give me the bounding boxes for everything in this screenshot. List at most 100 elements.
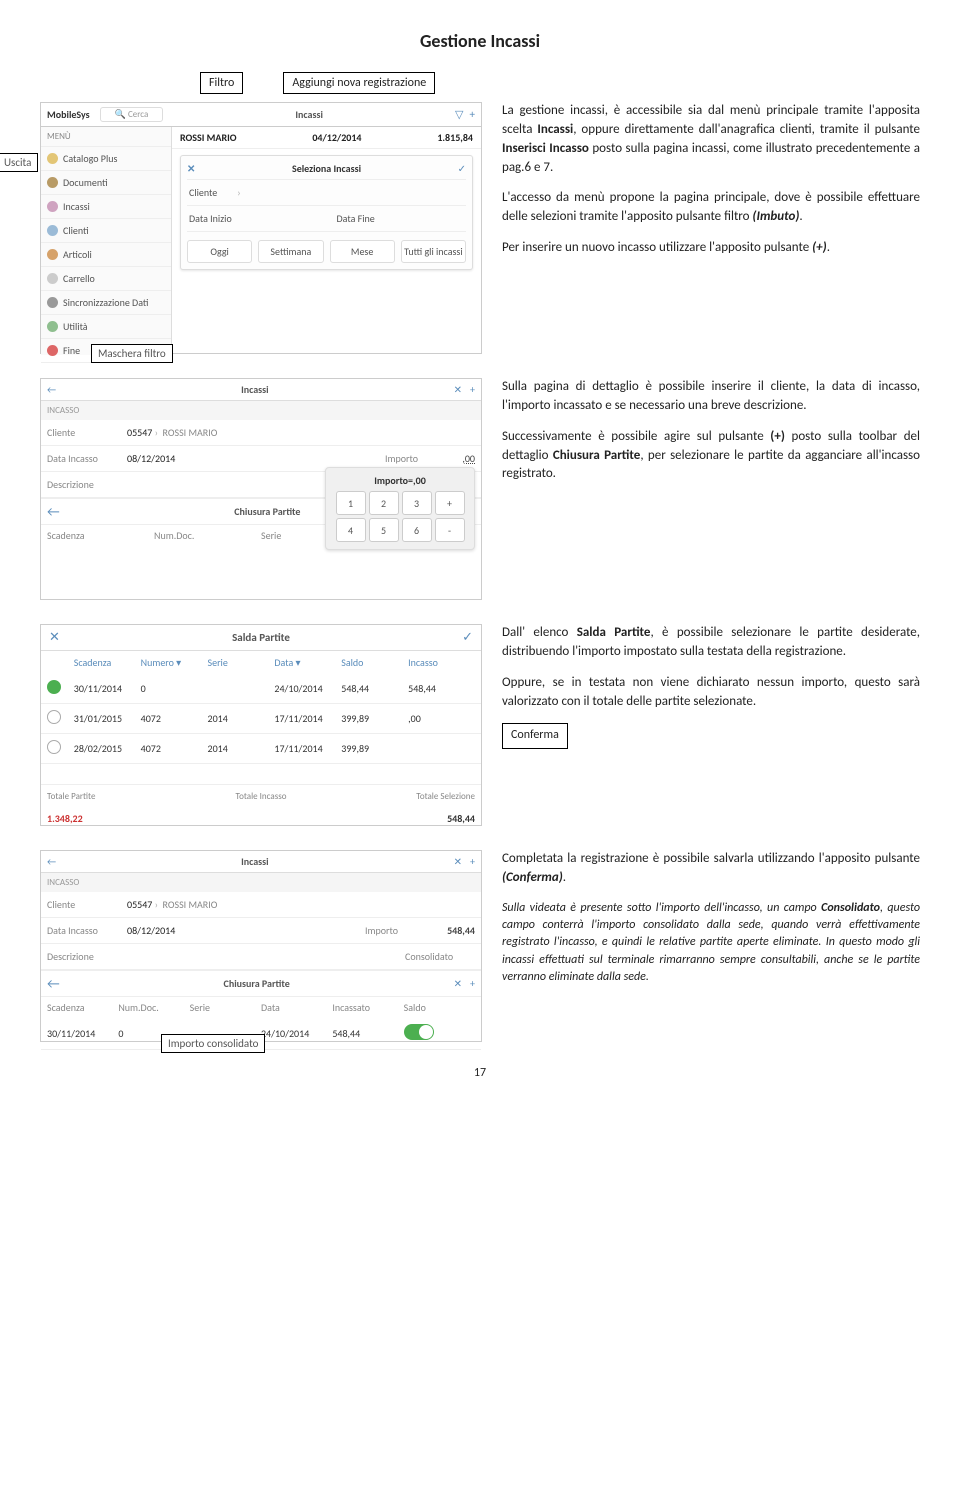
table-row[interactable]: 28/02/20154072201417/11/2014399,89 [41, 734, 481, 764]
back-icon[interactable]: ← [47, 503, 60, 520]
paragraph-access: L'accesso da menù propone la pagina prin… [502, 189, 920, 227]
numeric-keypad[interactable]: Importo=,00 1 2 3 + 4 5 6 - [325, 467, 475, 550]
data-incasso-value[interactable]: 08/12/2014 [127, 924, 365, 937]
list-customer-name: ROSSI MARIO [180, 131, 237, 144]
checkbox-icon[interactable] [47, 710, 61, 724]
callout-conferma: Conferma [502, 723, 568, 748]
cliente-label: Cliente [189, 186, 217, 199]
data-fine-label[interactable]: Data Fine [337, 212, 465, 225]
back-icon[interactable]: ← [47, 383, 56, 396]
close-icon[interactable]: ✕ [454, 855, 462, 868]
totale-partite-value: 1.348,22 [47, 812, 261, 825]
filter-tutti-button[interactable]: Tutti gli incassi [401, 240, 466, 263]
menu-item[interactable]: Carrello [41, 267, 171, 291]
key-4[interactable]: 4 [336, 518, 366, 542]
cliente-value[interactable]: 05547 › ROSSI MARIO [127, 426, 475, 439]
table-row[interactable]: 30/11/2014024/10/2014548,44548,44 [41, 674, 481, 704]
cliente-label: Cliente [47, 426, 127, 439]
screenshot-consolidato: ← Incassi ✕ + INCASSO Cliente 05547 › RO… [40, 850, 482, 1042]
key-1[interactable]: 1 [336, 491, 366, 515]
plus-icon[interactable]: + [470, 108, 475, 121]
callout-aggiungi: Aggiungi nova registrazione [283, 72, 435, 94]
filter-modal: ✕ Seleziona Incassi ✓ Cliente › Data Ini… [180, 155, 473, 270]
th-saldo: Saldo [404, 1001, 475, 1014]
paragraph-oppure: Oppure, se in testata non viene dichiara… [502, 674, 920, 712]
cliente-value[interactable]: 05547 › ROSSI MARIO [127, 898, 475, 911]
checkbox-icon[interactable] [47, 740, 61, 754]
totale-incasso-label: Totale Incasso [190, 791, 333, 802]
importo-value: 548,44 [415, 924, 475, 937]
paragraph-salda: Dall' elenco Salda Partite, è possibile … [502, 624, 920, 662]
screenshot-main: MobileSys 🔍 Cerca Incassi ▽ + MENÙ Catal… [40, 102, 482, 354]
paragraph-chiusura: Successivamente è possibile agire sul pu… [502, 428, 920, 485]
section-header: INCASSO [41, 401, 481, 420]
close-icon[interactable]: ✕ [187, 162, 195, 175]
th-numero[interactable]: Numero ▾ [141, 656, 208, 669]
sidebar-menu: MENÙ Catalogo Plus Documenti Incassi Cli… [41, 127, 172, 355]
chevron-right-icon[interactable]: › [237, 186, 240, 199]
paragraph-completata: Completata la registrazione è possibile … [502, 850, 920, 888]
menu-item[interactable]: Utilità [41, 315, 171, 339]
back-icon[interactable]: ← [47, 975, 60, 992]
menu-item[interactable]: Sincronizzazione Dati [41, 291, 171, 315]
page-title: Gestione Incassi [40, 30, 920, 52]
detail-title: Incassi [241, 383, 269, 396]
plus-icon[interactable]: + [470, 977, 475, 990]
th-data[interactable]: Data ▾ [274, 656, 341, 669]
th-numdoc: Num.Doc. [154, 529, 261, 542]
importo-label: Importo [385, 452, 435, 465]
key-minus[interactable]: - [435, 518, 465, 542]
callout-maschera: Maschera filtro [91, 344, 173, 363]
filter-mese-button[interactable]: Mese [330, 240, 395, 263]
page-number: 17 [40, 1066, 920, 1080]
data-incasso-label: Data Incasso [47, 924, 127, 937]
close-icon[interactable]: ✕ [454, 977, 462, 990]
filter-settimana-button[interactable]: Settimana [258, 240, 323, 263]
th-scadenza[interactable]: Scadenza [74, 656, 141, 669]
paragraph-consolidato-note: Sulla videata è presente sotto l'importo… [502, 900, 920, 987]
keypad-title: Importo=,00 [330, 472, 470, 491]
close-icon[interactable]: ✕ [49, 630, 60, 645]
data-incasso-label: Data Incasso [47, 452, 127, 465]
data-inizio-label[interactable]: Data Inizio [189, 212, 317, 225]
screenshot-detail: ← Incassi ✕ + INCASSO Cliente 05547 › RO… [40, 378, 482, 600]
paragraph-insert: Per inserire un nuovo incasso utilizzare… [502, 239, 920, 258]
th-saldo[interactable]: Saldo [341, 656, 408, 669]
confirm-icon[interactable]: ✓ [458, 162, 466, 175]
back-icon[interactable]: ← [47, 855, 56, 868]
menu-item[interactable]: Articoli [41, 243, 171, 267]
toggle-icon[interactable] [404, 1024, 434, 1040]
menu-item[interactable]: Clienti [41, 219, 171, 243]
funnel-icon[interactable]: ▽ [455, 108, 463, 121]
modal-title: Seleziona Incassi [292, 162, 361, 175]
key-6[interactable]: 6 [402, 518, 432, 542]
salda-title: Salda Partite [232, 631, 290, 644]
toolbar-title: Incassi [173, 108, 445, 121]
close-icon[interactable]: ✕ [454, 383, 462, 396]
importo-value[interactable]: ,00 [435, 452, 475, 465]
callout-importo-consolidato: Importo consolidato [161, 1034, 265, 1053]
filter-oggi-button[interactable]: Oggi [187, 240, 252, 263]
paragraph-intro: La gestione incassi, è accessibile sia d… [502, 102, 920, 177]
th-incasso[interactable]: Incasso [408, 656, 475, 669]
callout-uscita: Uscita [0, 153, 38, 172]
key-5[interactable]: 5 [369, 518, 399, 542]
cp-title: Chiusura Partite [224, 977, 290, 990]
th-data: Data [261, 1001, 332, 1014]
confirm-icon[interactable]: ✓ [462, 630, 473, 645]
key-plus[interactable]: + [435, 491, 465, 515]
data-incasso-value[interactable]: 08/12/2014 [127, 452, 385, 465]
menu-item[interactable]: Documenti [41, 171, 171, 195]
checkbox-icon[interactable] [47, 680, 61, 694]
key-3[interactable]: 3 [402, 491, 432, 515]
plus-icon[interactable]: + [470, 383, 475, 396]
menu-item[interactable]: Incassi [41, 195, 171, 219]
th-scadenza: Scadenza [47, 1001, 118, 1014]
plus-icon[interactable]: + [470, 855, 475, 868]
search-input[interactable]: 🔍 Cerca [100, 107, 164, 122]
th-serie[interactable]: Serie [208, 656, 275, 669]
key-2[interactable]: 2 [369, 491, 399, 515]
menu-item[interactable]: Catalogo Plus [41, 147, 171, 171]
detail-title: Incassi [241, 855, 269, 868]
table-row[interactable]: 31/01/20154072201417/11/2014399,89,00 [41, 704, 481, 734]
